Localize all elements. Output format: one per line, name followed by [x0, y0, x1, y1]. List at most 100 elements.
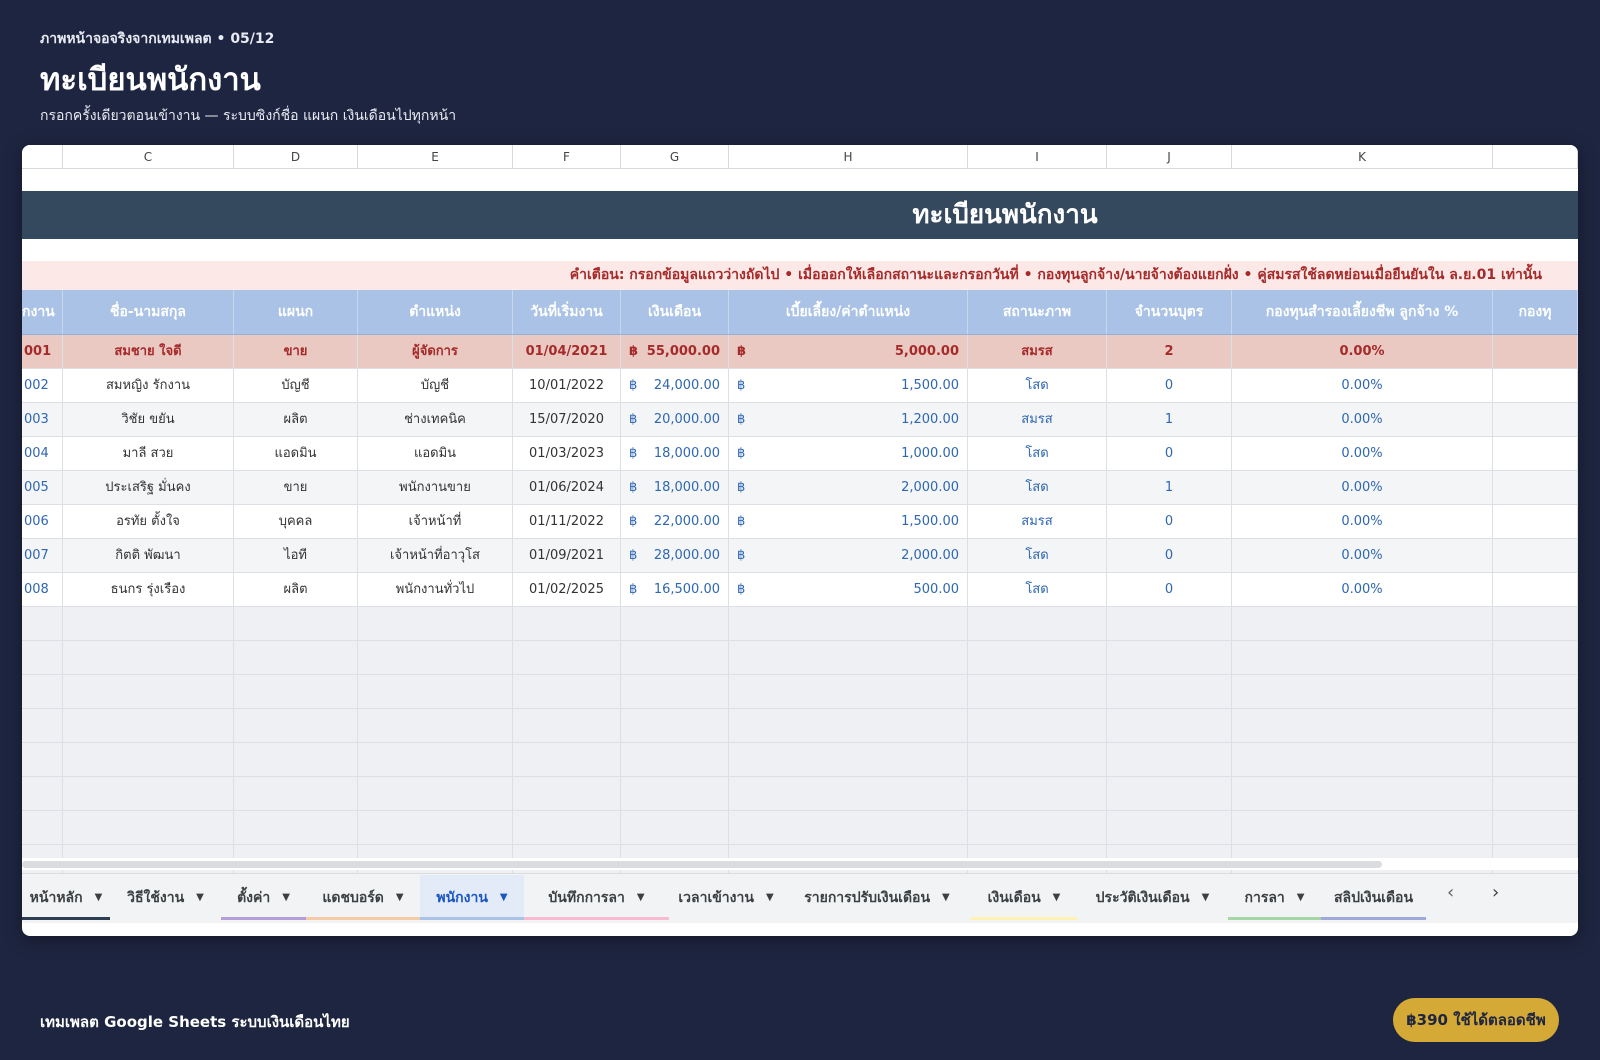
cell-children[interactable]: 0 — [1107, 437, 1232, 470]
cell-empty[interactable] — [513, 641, 621, 674]
cell-empty[interactable] — [1493, 607, 1578, 640]
cell-pvd[interactable]: 0.00% — [1232, 505, 1493, 538]
cell-empty[interactable] — [358, 743, 513, 776]
cell-name[interactable]: ธนกร รุ่งเรือง — [63, 573, 234, 606]
cell-empty[interactable] — [621, 777, 729, 810]
cell-id[interactable]: 008 — [22, 573, 63, 606]
cell-allowance[interactable]: ฿ 1,200.00 — [729, 403, 968, 436]
sheet-tab[interactable]: วิธีใช้งาน ▼ — [110, 875, 221, 920]
cell-empty[interactable] — [1232, 709, 1493, 742]
cell-id[interactable]: 002 — [22, 369, 63, 402]
cell-empty[interactable] — [1107, 607, 1232, 640]
cell-empty[interactable] — [234, 607, 358, 640]
cell-empty[interactable] — [729, 709, 968, 742]
price-button[interactable]: ฿390 ใช้ได้ตลอดชีพ — [1393, 998, 1559, 1042]
cell-dept[interactable]: ผลิต — [234, 573, 358, 606]
cell-empty[interactable] — [234, 709, 358, 742]
cell-allowance[interactable]: ฿ 2,000.00 — [729, 471, 968, 504]
cell-dept[interactable]: ขาย — [234, 471, 358, 504]
cell-status[interactable]: โสด — [968, 369, 1107, 402]
cell-empty[interactable] — [968, 709, 1107, 742]
cell-dept[interactable]: ผลิต — [234, 403, 358, 436]
cell-empty[interactable] — [621, 675, 729, 708]
cell-empty[interactable] — [22, 777, 63, 810]
cell-empty[interactable] — [63, 743, 234, 776]
column-header[interactable]: วันที่เริ่มงาน — [513, 290, 621, 334]
cell-pvd[interactable]: 0.00% — [1232, 369, 1493, 402]
cell-empty[interactable] — [1232, 811, 1493, 844]
cell-empty[interactable] — [1493, 675, 1578, 708]
sheet-tab[interactable]: หน้าหลัก ▼ — [22, 875, 110, 920]
cell-empty[interactable] — [358, 675, 513, 708]
cell-empty[interactable] — [729, 777, 968, 810]
cell-position[interactable]: บัญชี — [358, 369, 513, 402]
cell-empty[interactable] — [1493, 777, 1578, 810]
cell-salary[interactable]: ฿ 20,000.00 — [621, 403, 729, 436]
cell-empty[interactable] — [358, 777, 513, 810]
cell-allowance[interactable]: ฿ 1,500.00 — [729, 505, 968, 538]
cell-position[interactable]: แอดมิน — [358, 437, 513, 470]
column-letter[interactable]: H — [729, 145, 968, 168]
cell-empty[interactable] — [513, 607, 621, 640]
cell-empty[interactable] — [1493, 369, 1578, 402]
cell-empty[interactable] — [22, 811, 63, 844]
cell-salary[interactable]: ฿ 24,000.00 — [621, 369, 729, 402]
cell-empty[interactable] — [729, 607, 968, 640]
cell-empty[interactable] — [63, 675, 234, 708]
cell-empty[interactable] — [729, 811, 968, 844]
cell-position[interactable]: เจ้าหน้าที่ — [358, 505, 513, 538]
tab-menu-arrow-icon[interactable]: ▼ — [282, 892, 290, 903]
cell-empty[interactable] — [63, 709, 234, 742]
cell-status[interactable]: โสด — [968, 573, 1107, 606]
tab-menu-arrow-icon[interactable]: ▼ — [766, 892, 774, 903]
column-letter[interactable] — [1493, 145, 1578, 168]
column-letter[interactable] — [22, 145, 63, 168]
cell-name[interactable]: วิชัย ขยัน — [63, 403, 234, 436]
sheet-tab[interactable]: พนักงาน ▼ — [420, 875, 524, 920]
cell-empty[interactable] — [63, 777, 234, 810]
cell-pvd[interactable]: 0.00% — [1232, 539, 1493, 572]
cell-id[interactable]: 003 — [22, 403, 63, 436]
sheet-tab[interactable]: เงินเดือน ▼ — [971, 875, 1077, 920]
cell-children[interactable]: 0 — [1107, 505, 1232, 538]
cell-empty[interactable] — [22, 675, 63, 708]
column-header[interactable]: จำนวนบุตร — [1107, 290, 1232, 334]
column-header[interactable]: เบี้ยเลี้ยง/ค่าตำแหน่ง — [729, 290, 968, 334]
column-header[interactable]: ชื่อ-นามสกุล — [63, 290, 234, 334]
column-letter[interactable]: J — [1107, 145, 1232, 168]
cell-empty[interactable] — [1232, 743, 1493, 776]
cell-empty[interactable] — [358, 641, 513, 674]
sheet-tab[interactable]: แดชบอร์ด ▼ — [306, 875, 420, 920]
cell-empty[interactable] — [358, 811, 513, 844]
cell-empty[interactable] — [22, 607, 63, 640]
cell-empty[interactable] — [513, 675, 621, 708]
cell-empty[interactable] — [1493, 403, 1578, 436]
cell-empty[interactable] — [1107, 709, 1232, 742]
cell-children[interactable]: 0 — [1107, 369, 1232, 402]
cell-empty[interactable] — [1232, 777, 1493, 810]
cell-empty[interactable] — [1107, 675, 1232, 708]
cell-empty[interactable] — [1493, 709, 1578, 742]
cell-empty[interactable] — [234, 641, 358, 674]
cell-children[interactable]: 2 — [1107, 335, 1232, 368]
cell-name[interactable]: สมชาย ใจดี — [63, 335, 234, 368]
cell-allowance[interactable]: ฿ 1,000.00 — [729, 437, 968, 470]
cell-name[interactable]: มาลี สวย — [63, 437, 234, 470]
cell-pvd[interactable]: 0.00% — [1232, 335, 1493, 368]
cell-empty[interactable] — [1493, 811, 1578, 844]
cell-empty[interactable] — [63, 641, 234, 674]
cell-status[interactable]: โสด — [968, 471, 1107, 504]
cell-empty[interactable] — [358, 709, 513, 742]
cell-empty[interactable] — [968, 743, 1107, 776]
cell-empty[interactable] — [1232, 607, 1493, 640]
cell-name[interactable]: ประเสริฐ มั่นคง — [63, 471, 234, 504]
tab-menu-arrow-icon[interactable]: ▼ — [942, 892, 950, 903]
column-letter[interactable]: K — [1232, 145, 1493, 168]
cell-empty[interactable] — [1107, 777, 1232, 810]
cell-name[interactable]: สมหญิง รักงาน — [63, 369, 234, 402]
cell-salary[interactable]: ฿ 28,000.00 — [621, 539, 729, 572]
cell-empty[interactable] — [234, 811, 358, 844]
cell-name[interactable]: กิตติ พัฒนา — [63, 539, 234, 572]
cell-children[interactable]: 1 — [1107, 403, 1232, 436]
cell-empty[interactable] — [513, 743, 621, 776]
